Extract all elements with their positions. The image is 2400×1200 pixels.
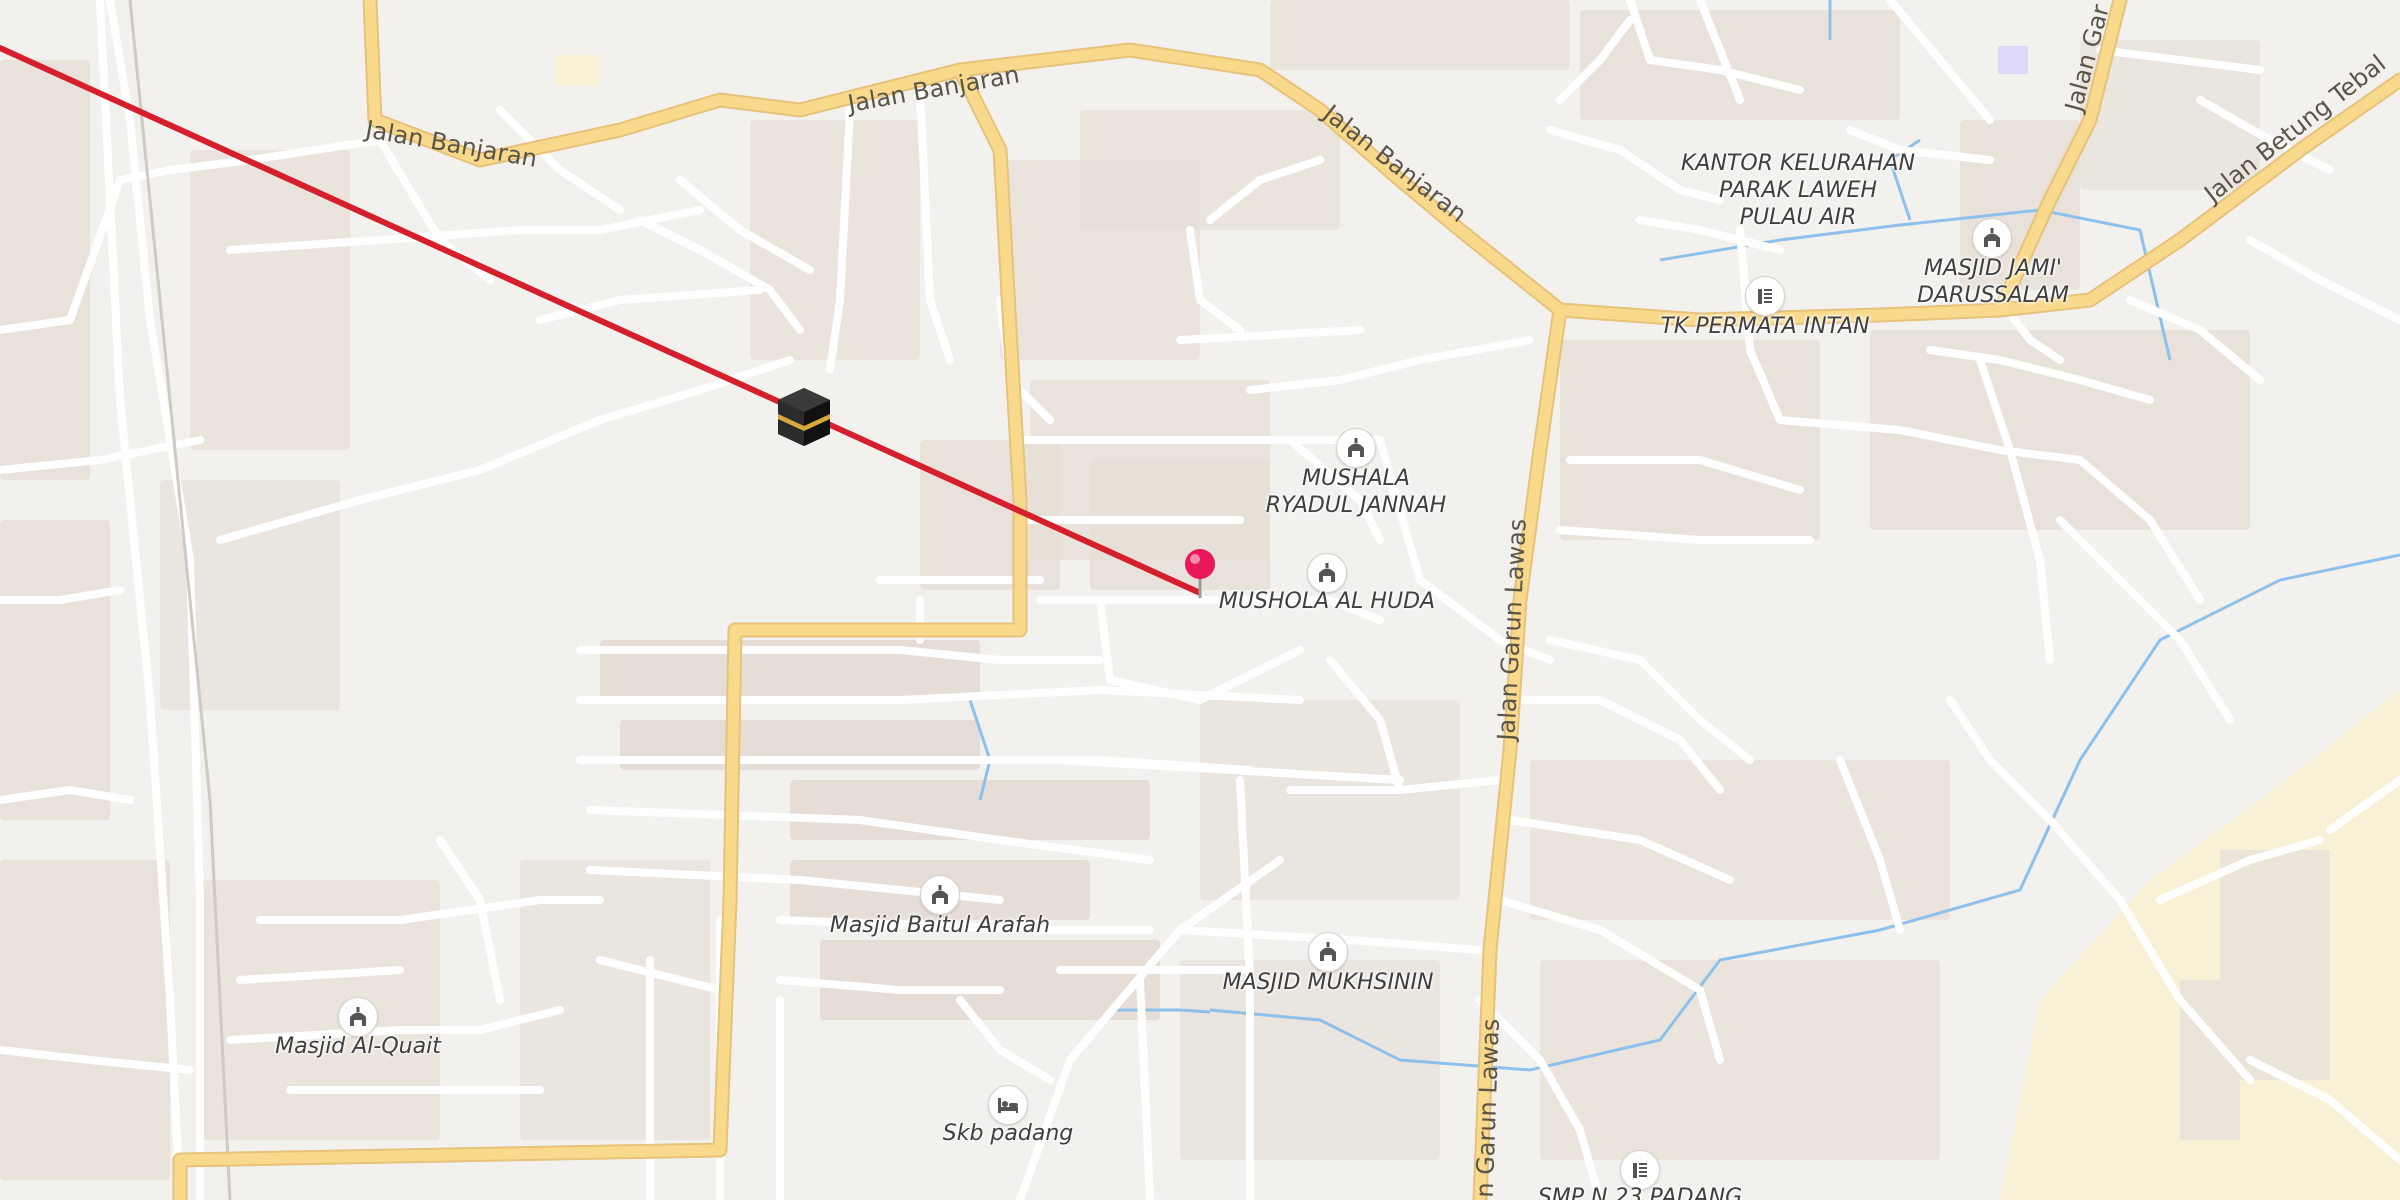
school-icon[interactable]: [1745, 276, 1785, 316]
place-label-smp-n-23-padang: SMP N 23 PADANG: [1537, 1185, 1743, 1200]
park-area: [555, 55, 600, 85]
place-label-mushala-ryadul-jannah: MUSHALA RYADUL JANNAH: [1265, 466, 1447, 518]
road-label: Jalan Garun Lawas: [1492, 518, 1532, 743]
road-label: Jalan Banjaran: [844, 60, 1022, 118]
place-label-masjid-mukhsinin: MASJID MUKHSININ: [1222, 970, 1434, 995]
place-label-masjid-baitul-arafah: Masjid Baitul Arafah: [829, 913, 1051, 938]
kaaba-icon[interactable]: [778, 388, 830, 446]
lodging-icon[interactable]: [988, 1085, 1028, 1125]
place-label-skb-padang: Skb padang: [942, 1121, 1074, 1146]
mosque-icon[interactable]: [338, 997, 378, 1037]
map-view[interactable]: Jalan Banjaran Jalan Banjaran Jalan Banj…: [0, 0, 2400, 1200]
place-label-tk-permata-intan: TK PERMATA INTAN: [1660, 314, 1870, 339]
mosque-icon[interactable]: [920, 875, 960, 915]
road-label: Jalan Garun Lawas: [1469, 1018, 1505, 1200]
mosque-icon[interactable]: [1972, 218, 2012, 258]
mosque-icon[interactable]: [1308, 932, 1348, 972]
place-label-kantor-kelurahan: KANTOR KELURAHAN PARAK LAWEH PULAU AIR: [1680, 151, 1916, 230]
place-label-mushola-al-huda: MUSHOLA AL HUDA: [1218, 589, 1436, 614]
mosque-icon[interactable]: [1336, 428, 1376, 468]
mosque-icon[interactable]: [1307, 553, 1347, 593]
place-label-masjid-al-quait: Masjid Al-Quait: [275, 1034, 441, 1059]
place-label-masjid-jami-darussalam: MASJID JAMI' DARUSSALAM: [1917, 256, 2069, 308]
sports-field: [1998, 46, 2028, 74]
